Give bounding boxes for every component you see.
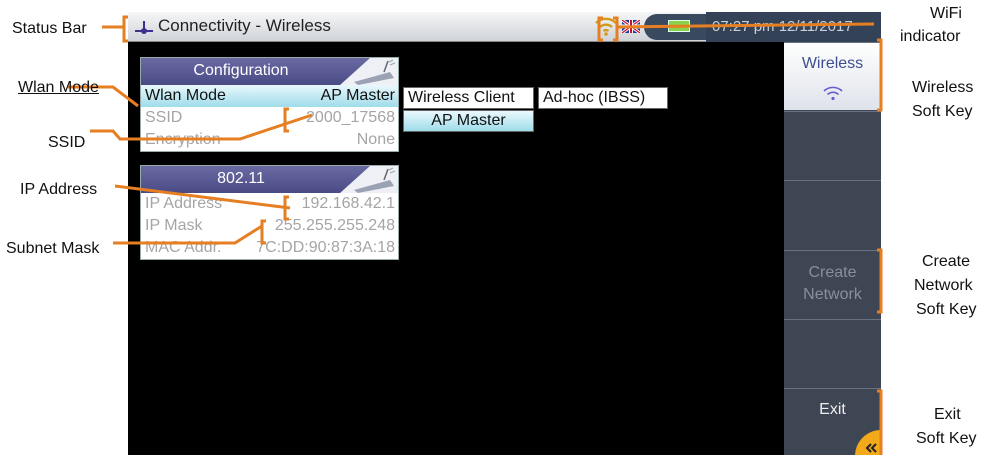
- callout-status-bar: Status Bar: [12, 20, 87, 37]
- soft-key-2[interactable]: [784, 111, 881, 179]
- callout-create-line-1: Create: [922, 253, 971, 270]
- callout-wifi-line-2: indicator: [900, 28, 961, 45]
- wifi-icon: [595, 17, 617, 36]
- network-header: 802.11: [141, 166, 398, 193]
- ssid-row[interactable]: SSID 2000_17568: [141, 107, 398, 129]
- wireless-soft-key-label: Wireless: [801, 55, 864, 72]
- ssid-value: 2000_17568: [306, 109, 395, 126]
- network-title: 802.11: [217, 170, 265, 187]
- configuration-panel: Configuration Wlan Mode AP Master SSID 2…: [140, 57, 399, 152]
- wireless-soft-key[interactable]: Wireless: [784, 42, 881, 110]
- screen-title: Connectivity - Wireless: [158, 16, 331, 35]
- configuration-title: Configuration: [193, 62, 289, 79]
- callout-wlan-mode: Wlan Mode: [18, 79, 99, 96]
- encryption-label: Encryption: [145, 131, 221, 148]
- create-network-soft-key[interactable]: Create Network: [784, 250, 881, 318]
- soft-key-panel: Wireless Create Network Exit: [784, 42, 881, 455]
- app-icon: [135, 21, 153, 34]
- wlan-mode-value: AP Master: [320, 87, 395, 104]
- ssid-label: SSID: [145, 109, 183, 126]
- callout-wifi-line-1: WiFi: [930, 5, 962, 22]
- mac-address-row: MAC Addr. 7C:DD:90:87:3A:18: [141, 237, 398, 259]
- callout-ssid: SSID: [48, 134, 86, 151]
- encryption-value: None: [356, 131, 395, 148]
- configuration-header: Configuration: [141, 58, 398, 85]
- option-adhoc[interactable]: Ad-hoc (IBSS): [538, 87, 668, 109]
- mac-address-label: MAC Addr.: [145, 239, 222, 256]
- device-screen: Connectivity - Wireless 07:27 pm 12/11/2…: [128, 12, 881, 455]
- ip-mask-value: 255.255.255.248: [274, 217, 395, 234]
- callout-create-line-3: Soft Key: [916, 301, 977, 318]
- clock: 07:27 pm 12/11/2017: [712, 18, 853, 35]
- status-bar: Connectivity - Wireless 07:27 pm 12/11/2…: [128, 12, 881, 42]
- soft-key-5[interactable]: [784, 319, 881, 387]
- wlan-mode-label: Wlan Mode: [145, 87, 226, 104]
- encryption-row[interactable]: Encryption None: [141, 129, 398, 151]
- mac-address-value: 7C:DD:90:87:3A:18: [256, 239, 395, 256]
- back-icon: [855, 430, 881, 455]
- battery-icon: [668, 20, 690, 32]
- create-network-line-2: Network: [803, 286, 862, 303]
- antenna-icon: [340, 58, 398, 85]
- ip-address-value: 192.168.42.1: [301, 195, 395, 212]
- callout-wireless-line-1: Wireless: [912, 79, 974, 96]
- option-wireless-client[interactable]: Wireless Client: [403, 87, 534, 109]
- create-network-soft-key-label: Create Network: [784, 262, 881, 306]
- ip-address-row[interactable]: IP Address 192.168.42.1: [141, 193, 398, 215]
- antenna-icon: [340, 166, 398, 193]
- option-ap-master[interactable]: AP Master: [403, 110, 534, 132]
- soft-key-3[interactable]: [784, 180, 881, 248]
- callout-create-line-2: Network: [914, 277, 973, 294]
- network-panel: 802.11 IP Address 192.168.42.1 IP Mask 2…: [140, 165, 399, 260]
- wifi-icon: [823, 86, 843, 101]
- ip-address-label: IP Address: [145, 195, 223, 212]
- exit-soft-key[interactable]: Exit: [784, 388, 881, 455]
- callout-exit-line-2: Soft Key: [916, 430, 977, 447]
- ip-mask-label: IP Mask: [145, 217, 203, 234]
- callout-exit-line-1: Exit: [934, 406, 961, 423]
- callout-wireless-line-2: Soft Key: [912, 103, 973, 120]
- create-network-line-1: Create: [808, 264, 857, 281]
- callout-ip-address: IP Address: [20, 181, 98, 198]
- exit-soft-key-label: Exit: [819, 401, 846, 418]
- callout-subnet-mask: Subnet Mask: [6, 240, 100, 257]
- flag-icon: [622, 20, 640, 33]
- wlan-mode-row[interactable]: Wlan Mode AP Master: [141, 85, 398, 107]
- ip-mask-row[interactable]: IP Mask 255.255.255.248: [141, 215, 398, 237]
